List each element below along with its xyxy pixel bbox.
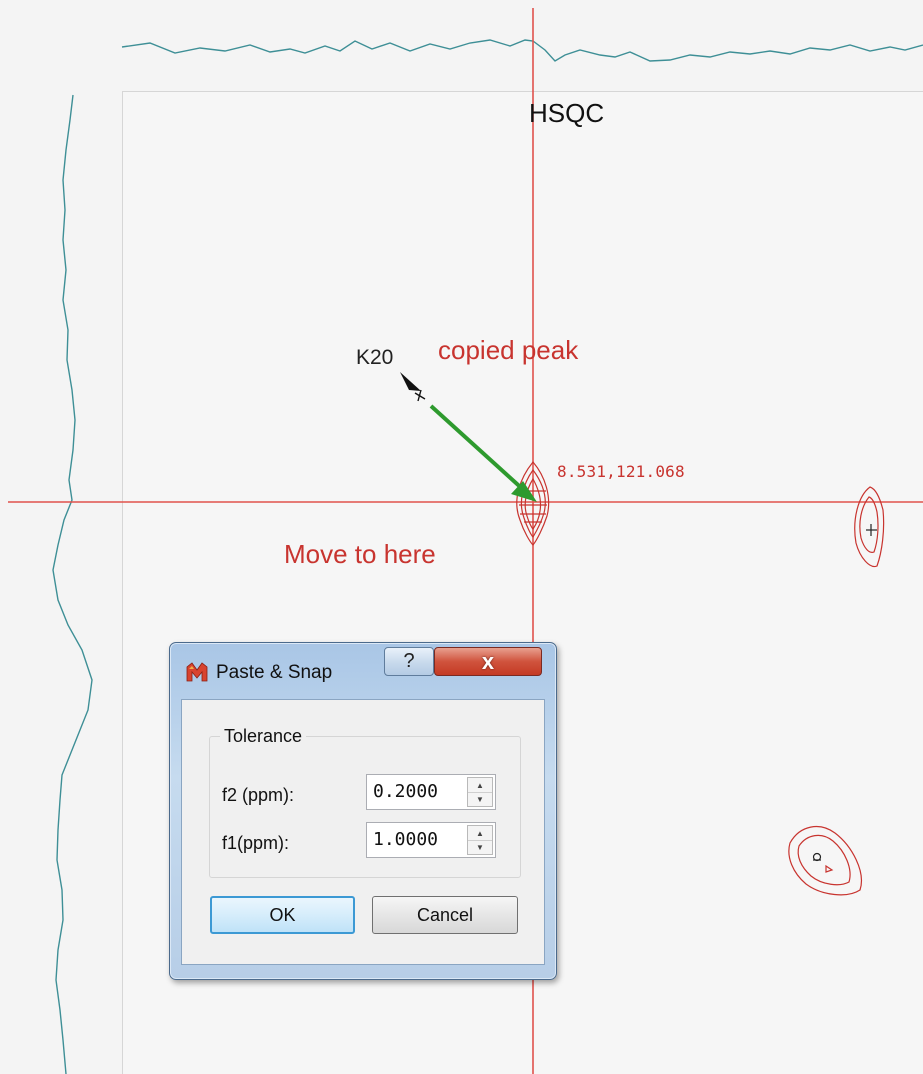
f1-ppm-label: f1(ppm): [222, 833, 290, 853]
dialog-titlebar[interactable]: Paste & Snap ? x [170, 643, 556, 697]
f2-ppm-stepper[interactable]: ▲ ▼ [467, 777, 493, 807]
dialog-body: Tolerance f2 (ppm): ▲ ▼ f1(ppm): ▲ ▼ OK … [181, 699, 545, 965]
spectrum-canvas[interactable]: HSQC K20 copied peak Move to here 8.531,… [0, 0, 923, 1074]
top-projection-trace [121, 39, 923, 62]
f1-ppm-spinbox[interactable]: ▲ ▼ [366, 822, 496, 858]
close-icon: x [481, 648, 495, 674]
close-button[interactable]: x [434, 647, 542, 676]
f2-ppm-spinbox[interactable]: ▲ ▼ [366, 774, 496, 810]
spin-up-icon[interactable]: ▲ [468, 826, 492, 841]
help-button[interactable]: ? [384, 647, 434, 676]
spectrum-title: HSQC [529, 98, 605, 128]
dialog-title: Paste & Snap [216, 662, 333, 683]
peak-contour-lower [788, 825, 862, 896]
peak-label[interactable]: K20 [356, 346, 393, 370]
f1-ppm-stepper[interactable]: ▲ ▼ [467, 825, 493, 855]
move-arrow [429, 404, 537, 502]
paste-snap-dialog: Paste & Snap ? x Tolerance f2 (ppm): ▲ ▼… [169, 642, 557, 980]
help-icon: ? [403, 650, 415, 672]
spin-down-icon[interactable]: ▼ [468, 840, 492, 854]
spin-down-icon[interactable]: ▼ [468, 792, 492, 806]
spin-up-icon[interactable]: ▲ [468, 778, 492, 793]
left-projection-trace [52, 94, 93, 1074]
tolerance-group-title: Tolerance [220, 726, 307, 747]
f2-ppm-input[interactable] [367, 775, 465, 809]
copied-peak-marker [400, 372, 426, 402]
f2-ppm-label: f2 (ppm): [222, 785, 295, 805]
annotation-copied-peak: copied peak [438, 335, 579, 365]
cancel-button[interactable]: Cancel [372, 896, 518, 934]
cursor-coordinate-readout: 8.531,121.068 [557, 462, 685, 481]
mnova-icon [186, 662, 208, 682]
ok-button[interactable]: OK [210, 896, 355, 934]
annotation-move-to-here: Move to here [284, 539, 436, 569]
f1-ppm-input[interactable] [367, 823, 465, 857]
peak-contour-right [854, 486, 885, 568]
